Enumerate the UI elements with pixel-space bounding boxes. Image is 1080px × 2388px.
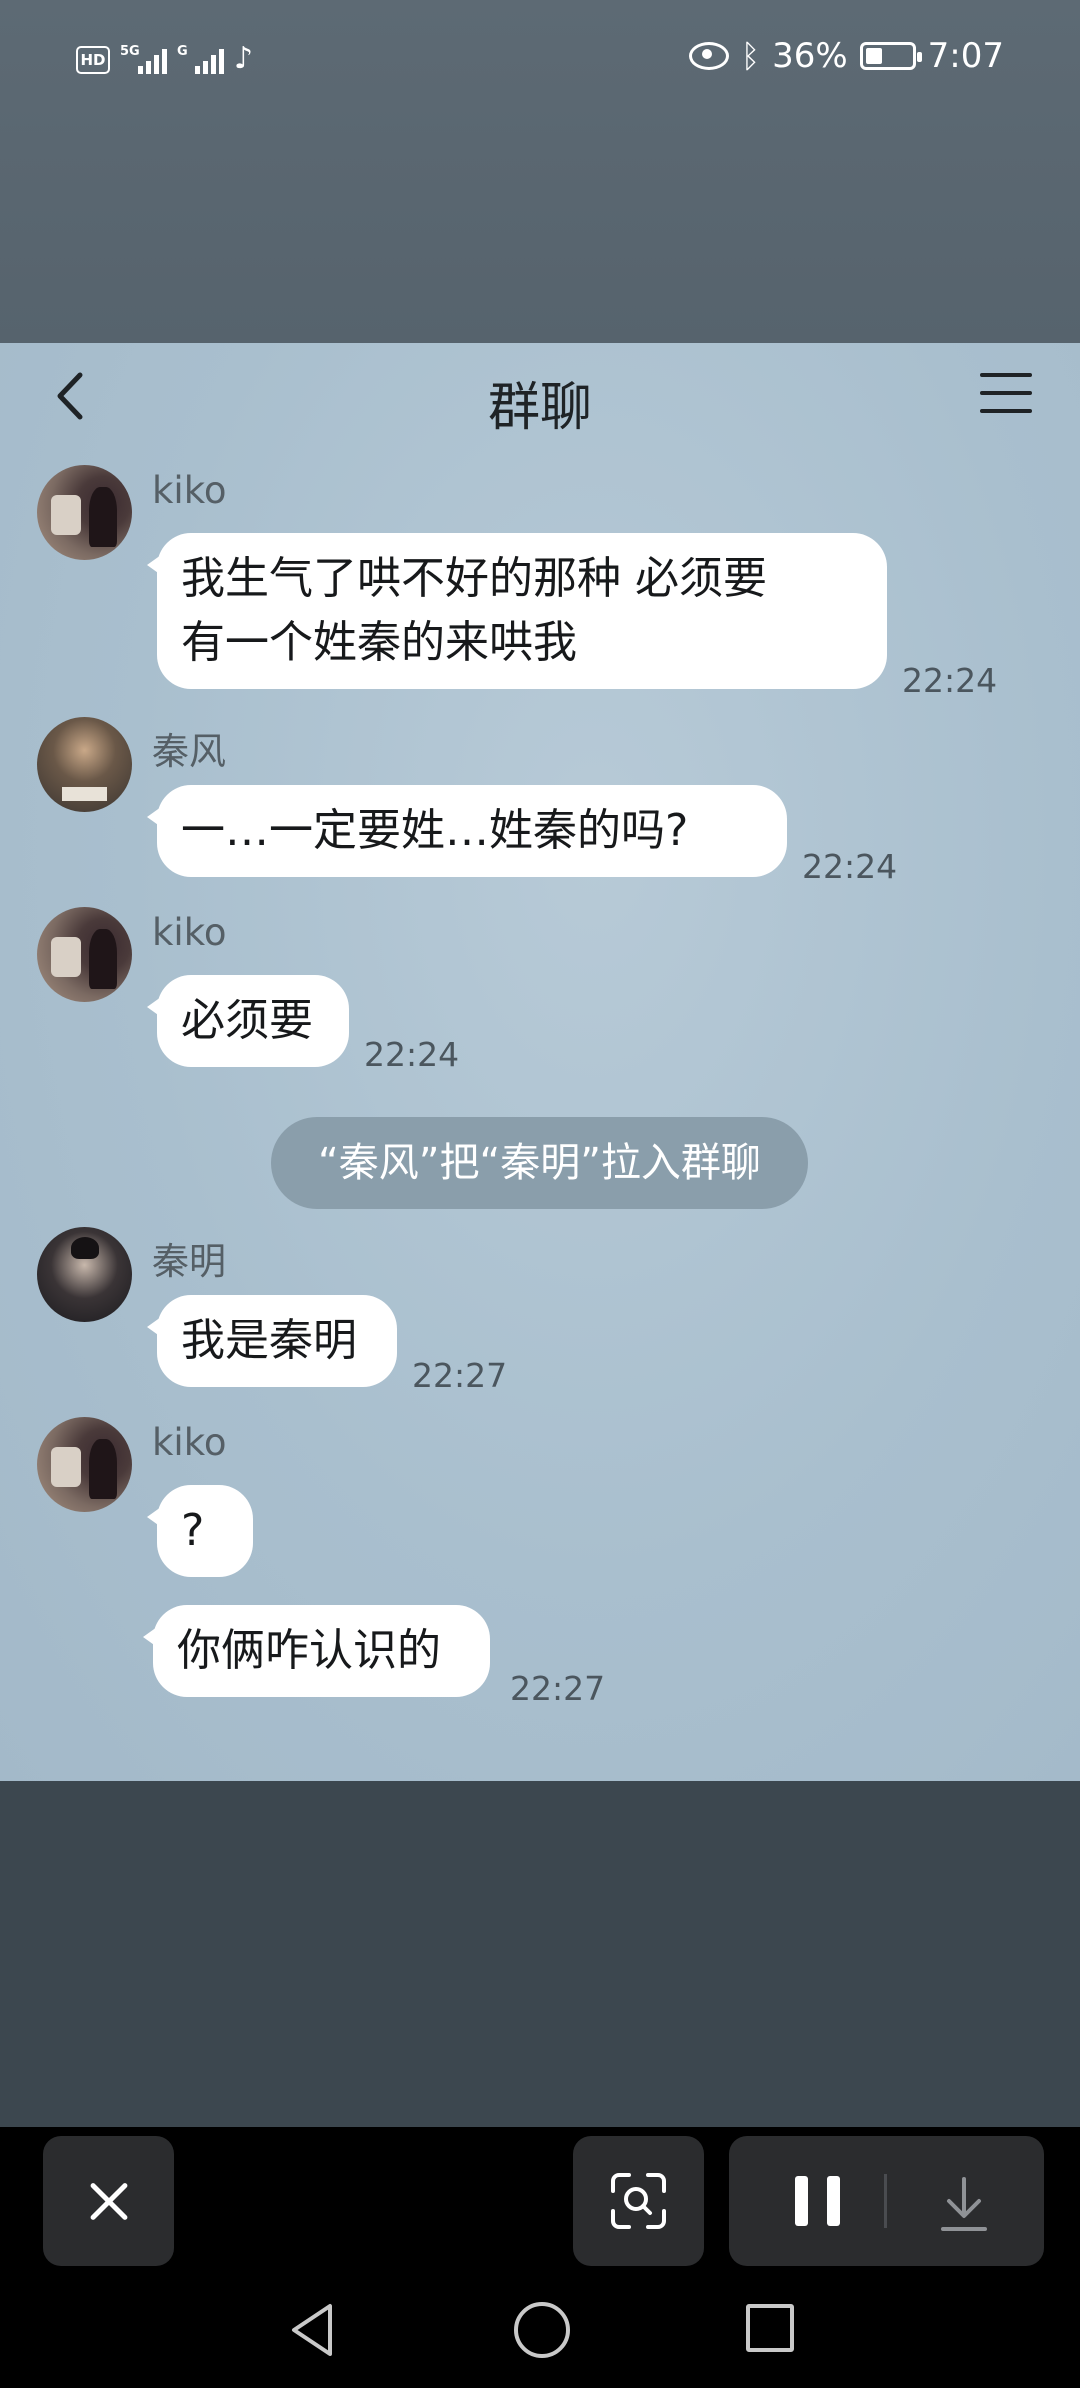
nav-back-button[interactable] [284,2300,344,2360]
message-bubble[interactable]: 必须要 [147,975,349,1067]
avatar-qinming[interactable] [37,1227,132,1322]
bluetooth-icon: ᛒ [740,37,761,75]
message-bubble[interactable]: 我生气了哄不好的那种 必须要 有一个姓秦的来哄我 [147,533,887,689]
toolbar-background [0,1781,1080,2127]
clock: 7:07 [927,36,1004,76]
avatar-kiko[interactable] [37,465,132,560]
pause-button[interactable] [795,2176,843,2226]
sender-name: 秦风 [152,730,226,773]
battery-fill [865,48,882,64]
message-bubble[interactable]: 一…一定要姓…姓秦的吗? [147,785,787,877]
message-bubble[interactable]: 我是秦明 [147,1295,397,1387]
battery-icon [859,42,922,70]
pause-icon-bar [827,2176,840,2226]
message-bubble[interactable]: ? [147,1485,253,1577]
chat-header: 群聊 [0,343,1080,447]
avatar-kiko[interactable] [37,1417,132,1512]
close-button[interactable] [43,2136,174,2266]
eye-icon [688,42,729,70]
scan-button[interactable] [573,2136,704,2266]
avatar-kiko[interactable] [37,907,132,1002]
status-bar-area: HD 5G G ♪ ᛒ 36% 7:07 [0,0,1080,343]
nav-home-icon[interactable] [514,2302,570,2358]
recording-controls [729,2136,1044,2266]
status-bar: HD 5G G ♪ ᛒ 36% 7:07 [0,36,1080,94]
status-right: ᛒ 36% 7:07 [688,36,1004,76]
nav-back-icon [292,2304,332,2356]
sender-name: 秦明 [152,1240,226,1283]
network-type-label: 5G [120,44,140,59]
menu-icon [980,373,1032,413]
network-type-label-2: G [177,44,188,59]
download-icon [941,2177,987,2231]
tiktok-icon: ♪ [234,41,254,76]
message-time: 22:24 [902,661,998,700]
download-button[interactable] [929,2169,999,2239]
sender-name: kiko [152,911,227,954]
nav-recents-icon[interactable] [746,2304,794,2352]
pause-icon [795,2176,808,2226]
system-notice: “秦风”把“秦明”拉入群聊 [271,1117,808,1209]
menu-button[interactable] [980,373,1032,419]
chat-panel: 群聊 kiko 我生气了哄不好的那种 必须要 有一个姓秦的来哄我 22:24 秦… [0,343,1080,1781]
message-time: 22:24 [802,847,898,886]
message-time: 22:27 [412,1356,508,1395]
scan-icon [611,2173,666,2229]
sender-name: kiko [152,1421,227,1464]
message-time: 22:24 [364,1035,460,1074]
sender-name: kiko [152,469,227,512]
chat-title: 群聊 [487,378,592,438]
signal-icon: 5G [120,44,167,74]
avatar-qinfeng[interactable] [37,717,132,812]
signal-icon-2: G [177,44,224,74]
message-time: 22:27 [510,1669,606,1708]
hd-icon: HD [76,46,110,74]
battery-percent: 36% [772,36,848,76]
message-bubble[interactable]: 你俩咋认识的 [143,1605,490,1697]
navigation-bar [0,2272,1080,2388]
status-left: HD 5G G ♪ [76,44,253,74]
divider [884,2174,887,2228]
